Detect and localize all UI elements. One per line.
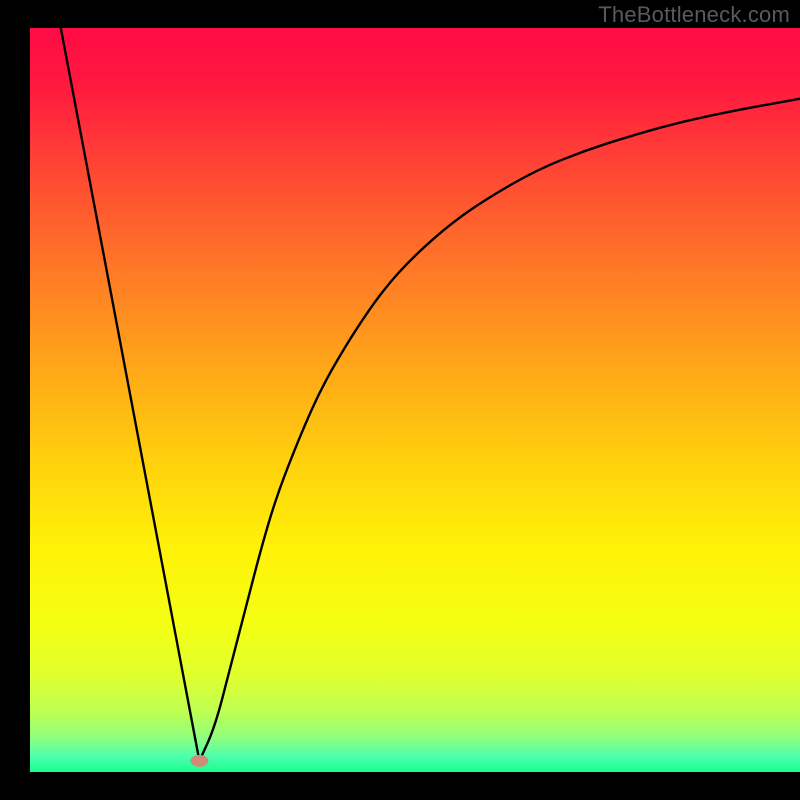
chart-svg xyxy=(0,0,800,800)
chart-frame: TheBottleneck.com xyxy=(0,0,800,800)
watermark-text: TheBottleneck.com xyxy=(598,2,790,28)
minimum-marker xyxy=(190,755,208,767)
plot-background xyxy=(30,28,800,772)
